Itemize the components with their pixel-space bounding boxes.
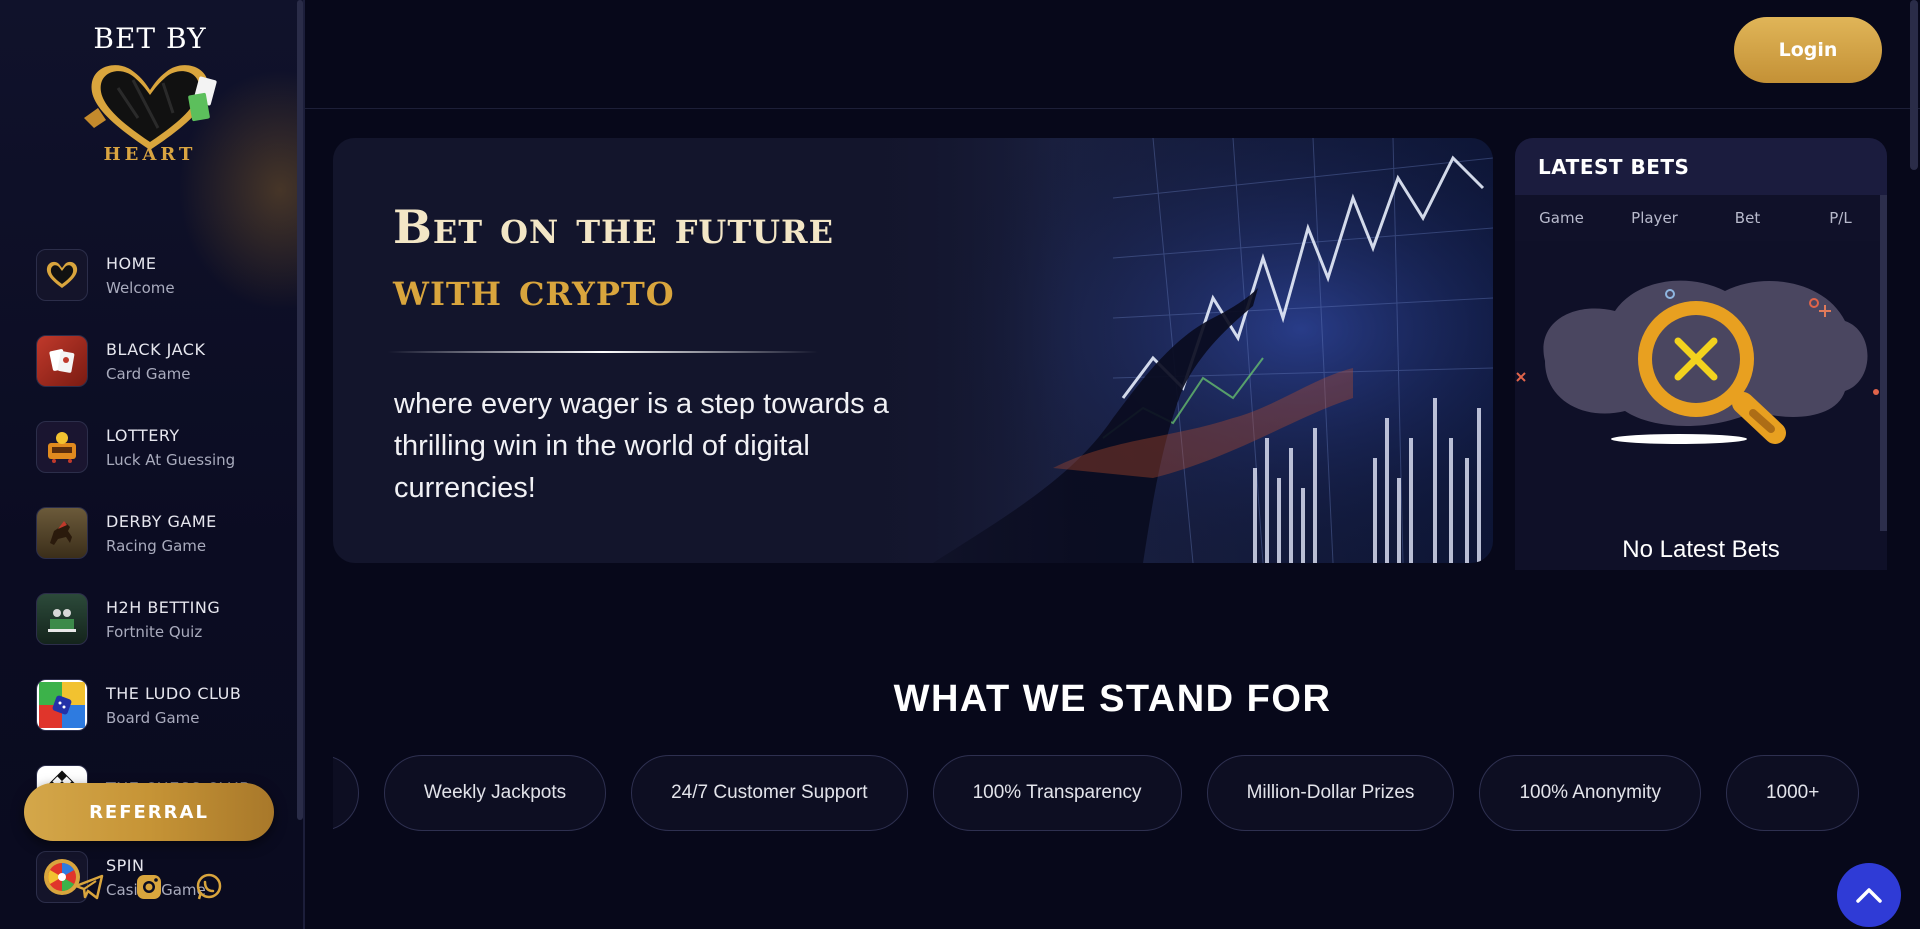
cards-icon (36, 335, 88, 387)
hero-divider (388, 351, 818, 353)
sidebar-item-title: H2H BETTING (106, 597, 221, 617)
crypto-chart-graphic (853, 138, 1493, 563)
sidebar-scrollbar[interactable] (297, 0, 303, 820)
latest-bets-columns: Game Player Bet P/L (1515, 195, 1887, 241)
hero-description: where every wager is a step towards a th… (394, 388, 889, 504)
ludo-icon (36, 679, 88, 731)
top-header: Login (305, 0, 1920, 109)
no-latest-bets-text: No Latest Bets (1622, 536, 1780, 563)
hero-title-line2: with crypto (393, 262, 675, 316)
sidebar-item-title: LOTTERY (106, 425, 180, 445)
stand-for-pill[interactable]: yers (333, 755, 359, 831)
logo[interactable]: BET BY HEART (70, 16, 230, 176)
sidebar-item-title: THE LUDO CLUB (106, 683, 242, 703)
stand-for-title: WHAT WE STAND FOR (893, 678, 1332, 720)
stand-for-pill-track: yers Weekly Jackpots 24/7 Customer Suppo… (333, 755, 1860, 831)
hero-banner: Bet on the future with crypto where ever… (333, 138, 1493, 563)
sidebar-item-subtitle: Board Game (106, 708, 200, 727)
logo-top-text: BET BY (93, 22, 207, 55)
sidebar-item-ludo-club[interactable]: THE LUDO CLUB Board Game (36, 662, 276, 748)
referral-button[interactable]: REFERRAL (24, 783, 274, 841)
whatsapp-icon[interactable] (194, 872, 224, 902)
sidebar-item-derby-game[interactable]: DERBY GAME Racing Game (36, 490, 276, 576)
stand-for-pill[interactable]: 100% Transparency (932, 755, 1182, 831)
sidebar-item-subtitle: Card Game (106, 364, 191, 383)
stand-for-pill[interactable]: Weekly Jackpots (383, 755, 607, 831)
sidebar-item-title: BLACK JACK (106, 339, 206, 359)
sidebar-item-subtitle: Racing Game (106, 536, 207, 555)
chevron-up-icon (1856, 888, 1882, 903)
sidebar-item-subtitle: Welcome (106, 278, 175, 297)
latest-bets-scrollbar[interactable] (1880, 195, 1887, 531)
sidebar-item-subtitle: Fortnite Quiz (106, 622, 203, 641)
hero-title: Bet on the future with crypto (393, 196, 834, 320)
login-button[interactable]: Login (1734, 17, 1882, 83)
column-header-player: Player (1631, 209, 1678, 227)
h2h-icon (36, 593, 88, 645)
instagram-icon[interactable] (134, 872, 164, 902)
logo-bottom-text: HEART (103, 144, 197, 165)
latest-bets-title: LATEST BETS (1515, 138, 1887, 195)
sidebar: BET BY HEART HOME Welcome BLACK JACK Car… (0, 0, 305, 929)
sidebar-item-h2h-betting[interactable]: H2H BETTING Fortnite Quiz (36, 576, 276, 662)
sidebar-item-subtitle: Luck At Guessing (106, 450, 236, 469)
horse-icon (36, 507, 88, 559)
heart-icon (36, 249, 88, 301)
latest-bets-panel: LATEST BETS Game Player Bet P/L No Lates… (1515, 138, 1887, 570)
no-results-magnifier-icon (1516, 280, 1879, 444)
stand-for-pill[interactable]: 24/7 Customer Support (631, 755, 908, 831)
stand-for-pill[interactable]: 1000+ (1725, 755, 1860, 831)
page-scrollbar[interactable] (1910, 0, 1918, 170)
latest-bets-body (1515, 241, 1887, 570)
social-links (74, 872, 224, 902)
logo-heart-icon (84, 65, 217, 150)
stand-for-pill[interactable]: 100% Anonymity (1479, 755, 1701, 831)
sidebar-item-title: DERBY GAME (106, 511, 217, 531)
lottery-icon (36, 421, 88, 473)
sidebar-item-home[interactable]: HOME Welcome (36, 232, 276, 318)
column-header-pl: P/L (1829, 209, 1852, 227)
column-header-game: Game (1539, 209, 1584, 227)
sidebar-item-lottery[interactable]: LOTTERY Luck At Guessing (36, 404, 276, 490)
column-header-bet: Bet (1734, 209, 1761, 227)
scroll-to-top-button[interactable] (1837, 863, 1901, 927)
stand-for-pill[interactable]: Million-Dollar Prizes (1206, 755, 1455, 831)
hero-title-line1: Bet on the future (393, 200, 835, 254)
sidebar-item-title: HOME (106, 253, 157, 273)
telegram-icon[interactable] (74, 872, 104, 902)
sidebar-item-black-jack[interactable]: BLACK JACK Card Game (36, 318, 276, 404)
stand-for-carousel[interactable]: yers Weekly Jackpots 24/7 Customer Suppo… (333, 755, 1887, 831)
